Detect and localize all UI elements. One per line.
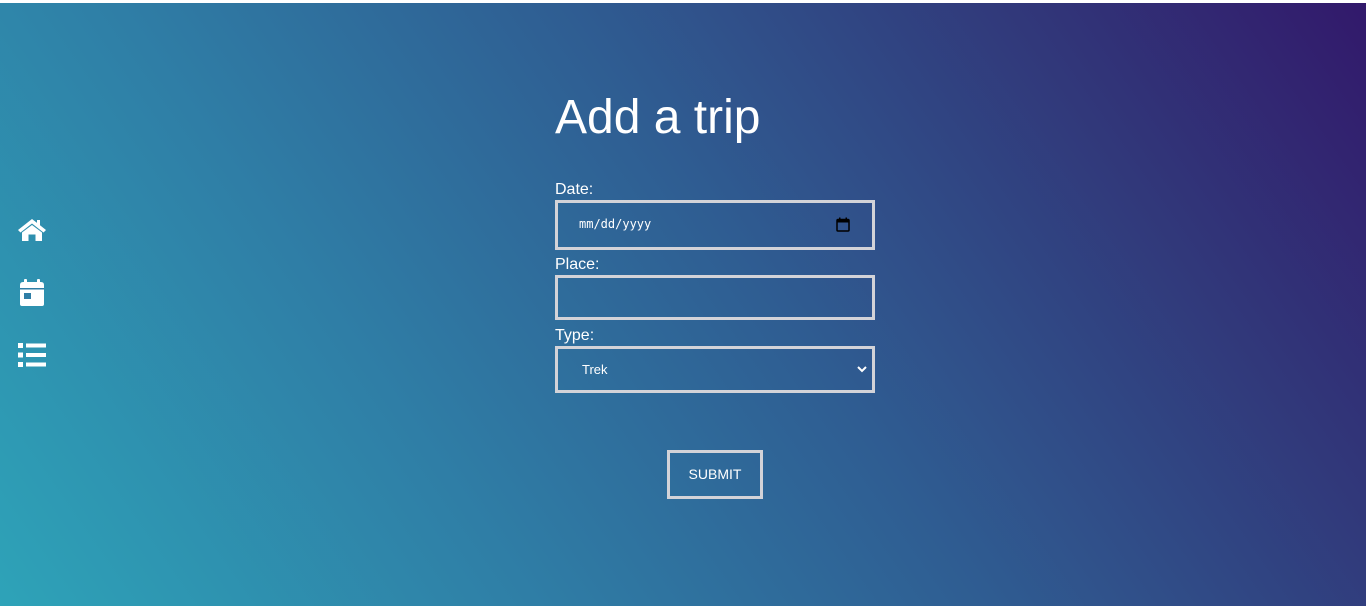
place-label: Place: xyxy=(555,256,600,273)
date-placeholder: mm/dd/yyyy xyxy=(579,217,652,231)
calendar-picker-icon[interactable] xyxy=(836,217,850,232)
sidebar-item-home[interactable] xyxy=(16,213,48,245)
type-selected-value: Trek xyxy=(582,362,608,377)
sidebar-item-calendar[interactable] xyxy=(16,276,48,308)
chevron-down-icon xyxy=(857,366,867,373)
sidebar-item-list[interactable] xyxy=(16,339,48,371)
submit-button[interactable]: SUBMIT xyxy=(667,450,763,499)
list-icon xyxy=(18,343,46,367)
place-input[interactable] xyxy=(555,275,875,320)
calendar-icon xyxy=(20,279,44,306)
date-input[interactable]: mm/dd/yyyy xyxy=(555,200,875,250)
add-trip-form: Add a trip Date: mm/dd/yyyy Place: Type:… xyxy=(555,90,875,393)
sidebar-nav xyxy=(16,213,48,402)
home-icon xyxy=(18,219,46,241)
type-label: Type: xyxy=(555,327,595,344)
page-background: Add a trip Date: mm/dd/yyyy Place: Type:… xyxy=(0,3,1366,606)
page-title: Add a trip xyxy=(555,91,761,144)
date-label: Date: xyxy=(555,181,594,198)
type-select[interactable]: Trek xyxy=(555,346,875,393)
